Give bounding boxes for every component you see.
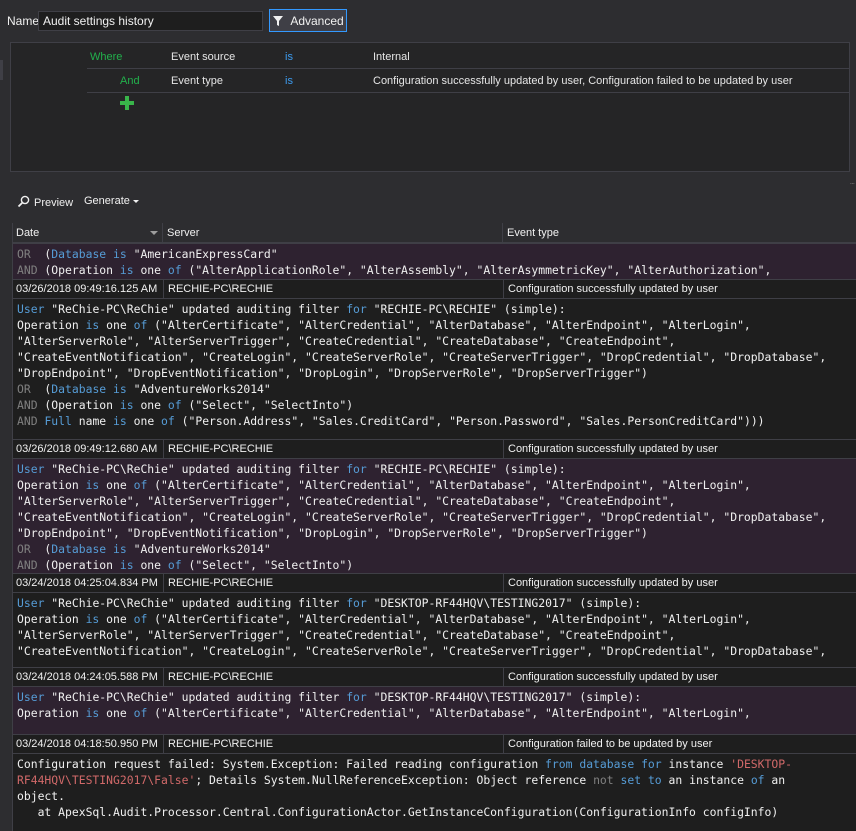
top-bar: Name Advanced bbox=[0, 0, 856, 40]
filter-field[interactable]: Event type bbox=[171, 75, 223, 87]
filter-panel: Where Event source is Internal And Event… bbox=[10, 42, 850, 172]
column-divider bbox=[503, 668, 504, 687]
splitter-handle[interactable] bbox=[0, 60, 3, 80]
filter-connector[interactable]: And bbox=[120, 75, 140, 87]
row-event-type: Configuration successfully updated by us… bbox=[508, 671, 718, 683]
column-divider bbox=[163, 735, 164, 754]
column-divider bbox=[163, 668, 164, 687]
table-row[interactable]: 03/24/2018 04:24:05.588 PM RECHIE-PC\REC… bbox=[12, 667, 856, 687]
entry-detail: User "ReChie-PC\ReChie" updated auditing… bbox=[12, 458, 856, 574]
column-divider bbox=[503, 735, 504, 754]
toolbar: Preview Generate bbox=[0, 190, 856, 216]
resize-grip-icon[interactable]: ∙∙∙ bbox=[849, 178, 854, 188]
add-condition-icon[interactable] bbox=[119, 95, 135, 111]
name-input[interactable] bbox=[38, 11, 263, 31]
column-divider bbox=[503, 280, 504, 299]
row-date: 03/26/2018 09:49:16.125 AM bbox=[16, 283, 158, 295]
row-date: 03/24/2018 04:25:04.834 PM bbox=[16, 577, 158, 589]
filter-field[interactable]: Event source bbox=[171, 51, 235, 63]
entry-detail: OR (Database is "AmericanExpressCard" AN… bbox=[12, 243, 856, 279]
filter-value[interactable]: Configuration successfully updated by us… bbox=[373, 75, 793, 87]
entry-detail: User "ReChie-PC\ReChie" updated auditing… bbox=[12, 686, 856, 734]
table-row[interactable]: 03/24/2018 04:18:50.950 PM RECHIE-PC\REC… bbox=[12, 734, 856, 754]
table-row[interactable]: 03/24/2018 04:25:04.834 PM RECHIE-PC\REC… bbox=[12, 573, 856, 593]
row-server: RECHIE-PC\RECHIE bbox=[168, 577, 274, 589]
sort-icon bbox=[150, 231, 158, 235]
column-divider bbox=[163, 440, 164, 459]
column-divider bbox=[163, 280, 164, 299]
generate-label: Generate bbox=[84, 195, 130, 207]
row-date: 03/26/2018 09:49:12.680 AM bbox=[16, 443, 158, 455]
row-server: RECHIE-PC\RECHIE bbox=[168, 671, 274, 683]
filter-operator[interactable]: is bbox=[285, 51, 293, 63]
column-divider bbox=[503, 574, 504, 593]
entry-detail: User "ReChie-PC\ReChie" updated auditing… bbox=[12, 298, 856, 441]
name-label: Name bbox=[7, 14, 40, 28]
filter-connector[interactable]: Where bbox=[90, 51, 122, 63]
row-event-type: Configuration successfully updated by us… bbox=[508, 283, 718, 295]
entry-detail: Configuration request failed: System.Exc… bbox=[12, 753, 856, 831]
advanced-button[interactable]: Advanced bbox=[269, 9, 347, 32]
column-header-event-type[interactable]: Event type bbox=[503, 223, 856, 243]
preview-label: Preview bbox=[34, 197, 74, 209]
row-date: 03/24/2018 04:24:05.588 PM bbox=[16, 671, 158, 683]
filter-row-where[interactable]: Where Event source is Internal bbox=[11, 45, 851, 67]
row-server: RECHIE-PC\RECHIE bbox=[168, 283, 274, 295]
filter-icon bbox=[272, 15, 284, 27]
filter-value[interactable]: Internal bbox=[373, 51, 410, 63]
advanced-label: Advanced bbox=[290, 13, 344, 28]
column-header-date[interactable]: Date bbox=[12, 223, 163, 243]
grid-left-border bbox=[12, 223, 13, 831]
column-header-server[interactable]: Server bbox=[163, 223, 503, 243]
generate-dropdown[interactable]: Generate bbox=[84, 195, 139, 207]
column-divider bbox=[503, 440, 504, 459]
search-icon bbox=[17, 195, 30, 211]
row-event-type: Configuration successfully updated by us… bbox=[508, 443, 718, 455]
filter-row-and[interactable]: And Event type is Configuration successf… bbox=[11, 69, 851, 91]
table-row[interactable]: 03/26/2018 09:49:16.125 AM RECHIE-PC\REC… bbox=[12, 279, 856, 299]
entry-detail: User "ReChie-PC\ReChie" updated auditing… bbox=[12, 592, 856, 667]
table-row[interactable]: 03/26/2018 09:49:12.680 AM RECHIE-PC\REC… bbox=[12, 439, 856, 459]
row-server: RECHIE-PC\RECHIE bbox=[168, 738, 274, 750]
column-divider bbox=[163, 574, 164, 593]
preview-button[interactable]: Preview bbox=[17, 195, 73, 211]
row-date: 03/24/2018 04:18:50.950 PM bbox=[16, 738, 158, 750]
chevron-down-icon bbox=[132, 200, 139, 203]
results-grid[interactable]: Date Server Event type OR (Database is "… bbox=[12, 223, 856, 831]
row-event-type: Configuration failed to be updated by us… bbox=[508, 738, 713, 750]
row-server: RECHIE-PC\RECHIE bbox=[168, 443, 274, 455]
row-divider bbox=[87, 92, 849, 93]
grid-header: Date Server Event type bbox=[12, 223, 856, 243]
filter-operator[interactable]: is bbox=[285, 75, 293, 87]
row-event-type: Configuration successfully updated by us… bbox=[508, 577, 718, 589]
